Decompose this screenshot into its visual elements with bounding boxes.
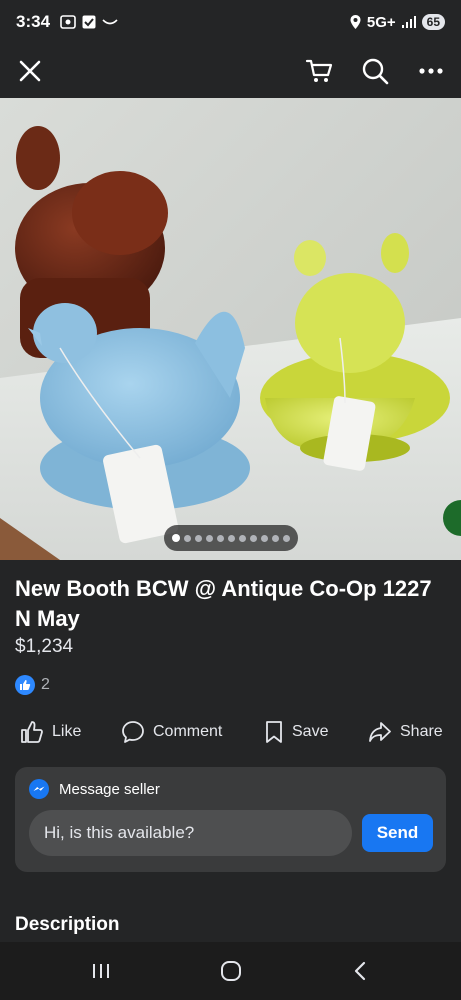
listing-title: New Booth BCW @ Antique Co-Op 1227 N May — [15, 576, 432, 631]
message-seller-card: Message seller Send — [15, 767, 446, 872]
battery-indicator: 65 — [421, 14, 445, 30]
pager-dot — [206, 534, 213, 542]
share-icon — [369, 722, 391, 742]
status-time: 3:34 — [16, 12, 51, 31]
messenger-icon — [29, 779, 49, 799]
action-row: Like Comment Save Share — [0, 714, 461, 752]
pager-dot — [217, 534, 224, 542]
save-label: Save — [292, 723, 329, 740]
message-seller-header: Message seller — [29, 779, 160, 799]
comment-icon — [122, 721, 144, 743]
pager-dot — [250, 534, 257, 542]
more-icon[interactable] — [415, 55, 447, 87]
listing-photo[interactable] — [0, 98, 461, 560]
pager-dot — [195, 534, 202, 542]
thumbs-up-icon — [21, 721, 43, 743]
like-reaction-icon — [15, 675, 35, 695]
pager-dot — [184, 534, 191, 542]
close-icon[interactable] — [14, 55, 46, 87]
like-label: Like — [52, 723, 82, 740]
image-pager — [164, 525, 298, 551]
smile-notification-icon — [102, 19, 118, 25]
home-icon[interactable] — [216, 956, 246, 986]
like-button[interactable]: Like — [20, 720, 81, 744]
like-count: 2 — [41, 676, 50, 693]
location-icon — [350, 15, 361, 29]
bookmark-icon — [266, 721, 282, 743]
pager-dot — [283, 534, 290, 542]
message-seller-label: Message seller — [59, 780, 160, 798]
status-bar: 3:34 5G+ 65 — [0, 0, 461, 44]
share-label: Share — [400, 723, 443, 740]
send-button[interactable]: Send — [362, 814, 433, 852]
signal-icon — [401, 16, 416, 28]
network-label: 5G+ — [366, 13, 396, 31]
screenshot-notification-icon — [60, 15, 76, 29]
listing-price: $1,234 — [15, 636, 74, 657]
search-icon[interactable] — [359, 55, 391, 87]
comment-button[interactable]: Comment — [121, 720, 222, 744]
description-heading: Description — [15, 914, 120, 935]
reactions-summary[interactable]: 2 — [15, 675, 50, 695]
share-button[interactable]: Share — [368, 720, 443, 744]
save-button[interactable]: Save — [264, 720, 328, 744]
pager-dot — [228, 534, 235, 542]
checkbox-notification-icon — [82, 15, 96, 29]
pager-dot — [272, 534, 279, 542]
pager-dot — [261, 534, 268, 542]
back-icon[interactable] — [345, 956, 375, 986]
system-nav-bar — [0, 942, 461, 1000]
top-app-bar — [0, 44, 461, 98]
recent-apps-icon[interactable] — [86, 956, 116, 986]
pager-dot — [239, 534, 246, 542]
message-input[interactable] — [29, 810, 352, 856]
pager-dot — [172, 534, 180, 542]
comment-label: Comment — [153, 723, 223, 740]
cart-icon[interactable] — [303, 55, 335, 87]
